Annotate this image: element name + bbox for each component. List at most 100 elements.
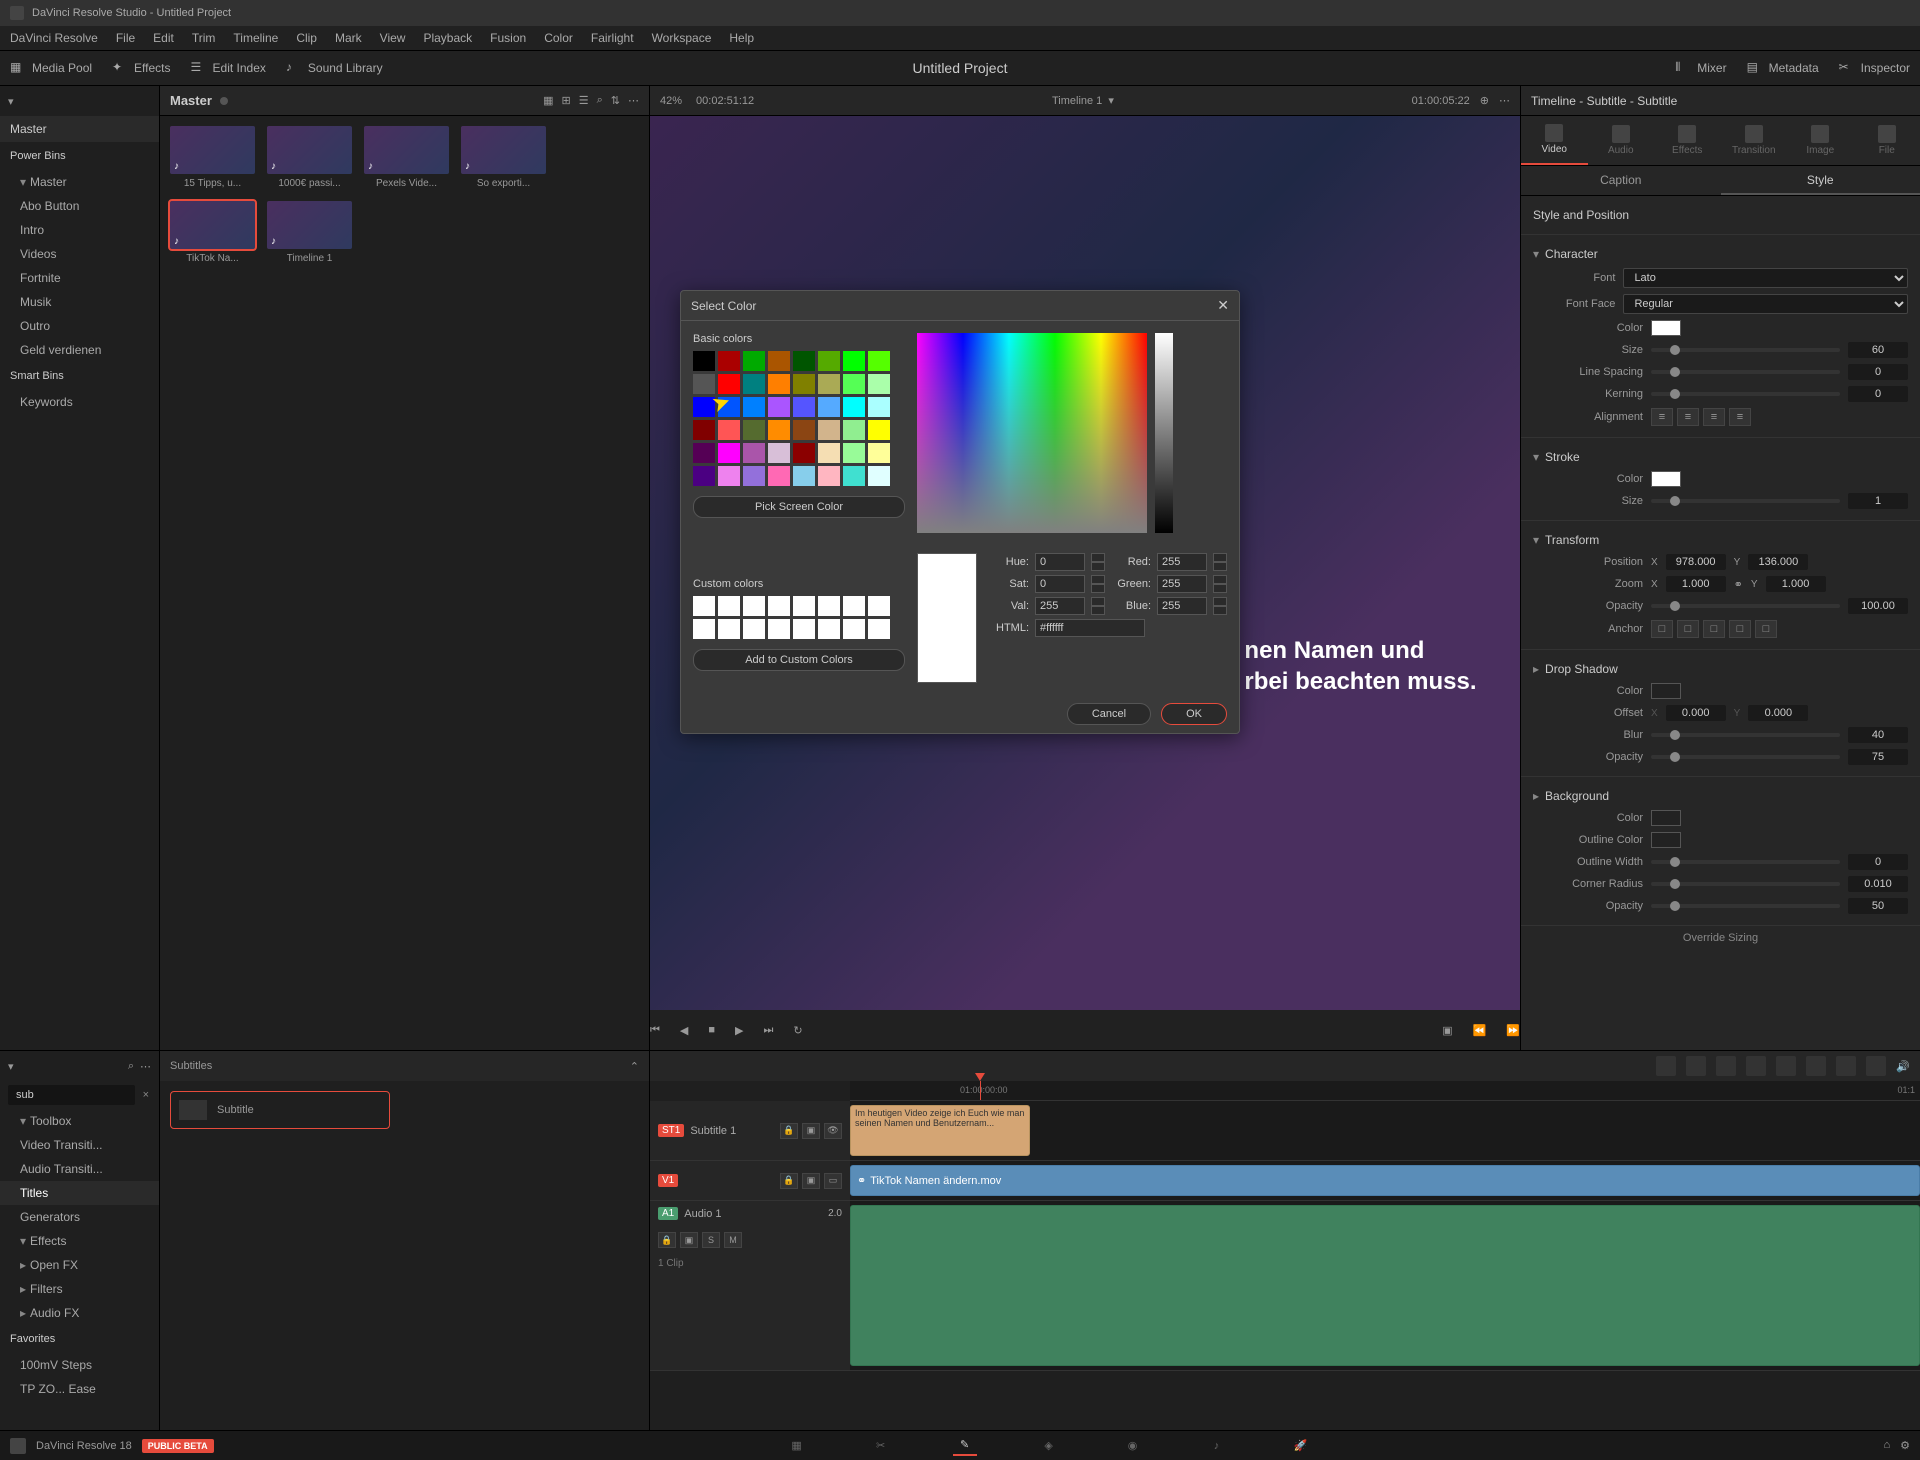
color-cell[interactable]	[818, 397, 840, 417]
audiofx-header[interactable]: ▸Audio FX	[0, 1301, 159, 1325]
kerning-slider[interactable]	[1651, 392, 1840, 396]
color-cell[interactable]	[818, 374, 840, 394]
video-clip[interactable]: ⚭TikTok Namen ändern.mov	[850, 1165, 1920, 1196]
power-bins-header[interactable]: Power Bins	[0, 142, 159, 170]
color-cell[interactable]	[793, 374, 815, 394]
page-cut-icon[interactable]: ✂	[869, 1436, 893, 1456]
color-cell[interactable]	[768, 351, 790, 371]
tl-tool-marker[interactable]	[1806, 1056, 1826, 1076]
align-justify-icon[interactable]: ≡	[1729, 408, 1751, 426]
tl-tool-zoom-out[interactable]	[1836, 1056, 1856, 1076]
bin-dropdown-icon[interactable]: ▾	[8, 95, 14, 108]
bin-musik[interactable]: Musik	[0, 290, 159, 314]
enable-icon[interactable]: ▣	[680, 1232, 698, 1248]
color-cell[interactable]	[818, 420, 840, 440]
menu-color[interactable]: Color	[544, 31, 573, 45]
panel-dropdown-icon[interactable]: ▾	[8, 1060, 14, 1073]
color-cell[interactable]	[818, 466, 840, 486]
menu-workspace[interactable]: Workspace	[652, 31, 712, 45]
color-cell[interactable]	[718, 420, 740, 440]
a1-badge[interactable]: A1	[658, 1207, 678, 1220]
blue-input[interactable]	[1157, 597, 1207, 615]
zoom-y-input[interactable]	[1766, 576, 1826, 592]
lock-icon[interactable]: 🔒	[780, 1173, 798, 1189]
color-cell[interactable]	[868, 466, 890, 486]
color-cell[interactable]	[718, 443, 740, 463]
tab-image[interactable]: Image	[1787, 116, 1854, 165]
color-gradient[interactable]	[917, 333, 1147, 533]
custom-color-cell[interactable]	[743, 619, 765, 639]
color-cell[interactable]	[843, 397, 865, 417]
custom-color-cell[interactable]	[868, 596, 890, 616]
page-color-icon[interactable]: ◉	[1121, 1436, 1145, 1456]
font-select[interactable]: Lato	[1623, 268, 1908, 288]
bg-color-swatch[interactable]	[1651, 810, 1681, 826]
viewer-zoom[interactable]: 42%	[660, 95, 682, 107]
tl-tool-blade[interactable]	[1686, 1056, 1706, 1076]
tab-transition[interactable]: Transition	[1721, 116, 1788, 165]
video-transitions[interactable]: Video Transiti...	[0, 1133, 159, 1157]
home-icon[interactable]: ⌂	[1883, 1439, 1890, 1452]
loop-icon[interactable]: ↻	[793, 1024, 802, 1037]
ds-y-input[interactable]	[1748, 705, 1808, 721]
master-label[interactable]: Master	[0, 116, 159, 142]
anchor-btn[interactable]: □	[1677, 620, 1699, 638]
link-icon[interactable]: ⚭	[1734, 578, 1743, 591]
st1-badge[interactable]: ST1	[658, 1124, 684, 1137]
color-cell[interactable]	[718, 351, 740, 371]
inspector-toggle[interactable]: ✂Inspector	[1839, 60, 1910, 76]
override-sizing[interactable]: Override Sizing	[1521, 926, 1920, 950]
audio-clip[interactable]	[850, 1205, 1920, 1366]
background-header[interactable]: ▸Background	[1533, 785, 1908, 807]
add-custom-color-button[interactable]: Add to Custom Colors	[693, 649, 905, 671]
color-cell[interactable]	[868, 374, 890, 394]
ds-blur-slider[interactable]	[1651, 733, 1840, 737]
mixer-toggle[interactable]: ⫴Mixer	[1675, 60, 1726, 76]
subtitle-generator-card[interactable]: Subtitle	[170, 1091, 390, 1129]
match-frame-icon[interactable]: ▣	[1442, 1024, 1452, 1037]
custom-color-cell[interactable]	[768, 619, 790, 639]
color-cell[interactable]	[843, 466, 865, 486]
subtab-caption[interactable]: Caption	[1521, 166, 1721, 195]
color-cell[interactable]	[868, 351, 890, 371]
subtitle-clip[interactable]: Im heutigen Video zeige ich Euch wie man…	[850, 1105, 1030, 1156]
fav-tp-zo[interactable]: TP ZO... Ease	[0, 1377, 159, 1401]
custom-color-cell[interactable]	[718, 596, 740, 616]
size-input[interactable]	[1848, 342, 1908, 358]
lock-icon[interactable]: 🔒	[780, 1123, 798, 1139]
color-cell[interactable]	[793, 443, 815, 463]
viewer-options-icon[interactable]: ⊕	[1480, 94, 1489, 107]
spin-down-icon[interactable]	[1091, 562, 1105, 571]
clip-thumb[interactable]: Pexels Vide...	[364, 126, 449, 189]
tl-tool-zoom-in[interactable]	[1866, 1056, 1886, 1076]
viewer-timeline-name[interactable]: Timeline 1	[1052, 95, 1102, 107]
color-cell[interactable]	[693, 466, 715, 486]
sound-library-toggle[interactable]: ♪Sound Library	[286, 60, 383, 76]
color-cell[interactable]	[743, 443, 765, 463]
clip-thumb[interactable]: Timeline 1	[267, 201, 352, 264]
menu-fusion[interactable]: Fusion	[490, 31, 526, 45]
color-cell[interactable]	[693, 443, 715, 463]
opacity-input[interactable]	[1848, 598, 1908, 614]
more-icon[interactable]: ⋯	[628, 94, 639, 107]
anchor-btn[interactable]: □	[1651, 620, 1673, 638]
page-fusion-icon[interactable]: ◈	[1037, 1436, 1061, 1456]
color-cell[interactable]	[768, 443, 790, 463]
color-cell[interactable]	[868, 443, 890, 463]
clip-thumb[interactable]: 1000€ passi...	[267, 126, 352, 189]
color-cell[interactable]	[868, 420, 890, 440]
custom-color-cell[interactable]	[868, 619, 890, 639]
menu-help[interactable]: Help	[729, 31, 754, 45]
edit-index-toggle[interactable]: ☰Edit Index	[191, 60, 266, 76]
color-cell[interactable]	[768, 420, 790, 440]
close-icon[interactable]: ✕	[1217, 297, 1229, 314]
solo-icon[interactable]: S	[702, 1232, 720, 1248]
bin-outro[interactable]: Outro	[0, 314, 159, 338]
color-cell[interactable]	[793, 397, 815, 417]
color-cell[interactable]	[768, 397, 790, 417]
playhead[interactable]	[980, 1081, 981, 1100]
ds-op-slider[interactable]	[1651, 755, 1840, 759]
line-spacing-slider[interactable]	[1651, 370, 1840, 374]
custom-color-cell[interactable]	[818, 619, 840, 639]
stroke-color-swatch[interactable]	[1651, 471, 1681, 487]
